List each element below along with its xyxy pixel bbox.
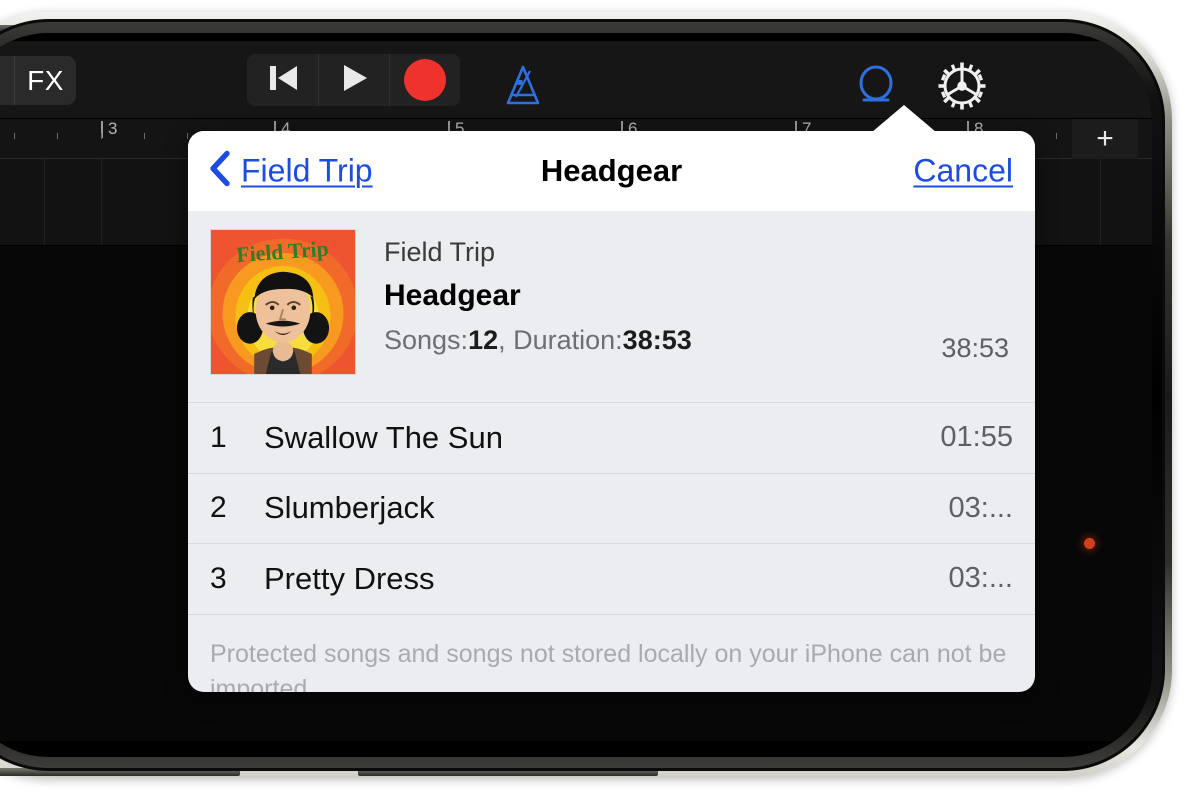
album-duration-value: 38:53 xyxy=(622,324,692,355)
album-info-section: Field Trip Field Trip Headgear Songs:12,… xyxy=(188,211,1035,402)
popover-arrow xyxy=(872,105,936,132)
grid-line xyxy=(44,159,45,245)
recording-indicator-dot xyxy=(1084,538,1095,549)
play-button[interactable] xyxy=(318,54,389,106)
popover-content: Field Trip Headgear Cancel Field Trip Fi… xyxy=(188,131,1035,692)
song-row[interactable]: 3 Pretty Dress 03:... xyxy=(188,543,1035,614)
song-title: Slumberjack xyxy=(264,490,435,526)
play-icon xyxy=(338,62,370,99)
fx-label: FX xyxy=(27,64,64,96)
fx-button[interactable]: FX xyxy=(14,56,76,105)
song-number: 2 xyxy=(210,491,227,525)
rewind-button[interactable] xyxy=(247,54,318,106)
song-number: 3 xyxy=(210,561,227,595)
rewind-icon xyxy=(266,63,300,98)
song-row[interactable]: 1 Swallow The Sun 01:55 xyxy=(188,402,1035,473)
add-track-button[interactable]: + xyxy=(1072,119,1138,159)
album-artwork: Field Trip xyxy=(210,229,356,375)
ruler-tick xyxy=(144,133,145,139)
ruler-tick xyxy=(14,133,15,139)
album-total-duration: 38:53 xyxy=(941,333,1009,363)
ruler-bar-label: 3 xyxy=(108,119,118,138)
plus-icon: + xyxy=(1096,122,1114,155)
song-row[interactable]: 2 Slumberjack 03:... xyxy=(188,472,1035,544)
record-button[interactable] xyxy=(389,54,460,106)
songs-count: 12 xyxy=(468,324,499,355)
metronome-icon xyxy=(500,65,546,113)
ruler-tick xyxy=(57,133,58,139)
toolbar-left-group: FX xyxy=(0,56,76,105)
cancel-button[interactable]: Cancel xyxy=(913,153,1013,190)
song-duration: 01:55 xyxy=(940,421,1013,454)
duration-label: , Duration: xyxy=(498,324,623,355)
transport-controls xyxy=(247,54,460,106)
grid-line xyxy=(1100,159,1101,245)
grid-line xyxy=(101,159,102,245)
ruler-tick xyxy=(101,133,102,139)
song-list: 1 Swallow The Sun 01:55 2 Slumberjack 03… xyxy=(188,402,1035,614)
screenshot-stage: FX 3 4 5 6 7 8 + Field Trip Headgear Can… xyxy=(0,0,1200,800)
song-title: Pretty Dress xyxy=(264,560,435,596)
album-artist: Field Trip xyxy=(384,237,496,267)
import-song-popover: Field Trip Headgear Cancel Field Trip Fi… xyxy=(188,105,1035,692)
song-title: Swallow The Sun xyxy=(264,419,503,455)
settings-button[interactable] xyxy=(935,59,989,118)
song-duration: 03:... xyxy=(948,562,1014,595)
ruler-tick xyxy=(1056,133,1057,139)
songs-label: Songs: xyxy=(384,324,469,355)
album-title: Headgear xyxy=(384,279,521,313)
album-metadata: Field Trip Headgear Songs:12, Duration:3… xyxy=(384,229,692,375)
song-number: 1 xyxy=(210,420,227,454)
popover-title: Headgear xyxy=(540,153,683,188)
record-icon xyxy=(404,59,446,101)
gear-icon xyxy=(935,62,989,117)
popover-header: Field Trip Headgear Cancel xyxy=(188,131,1035,211)
mixer-button[interactable] xyxy=(0,56,14,105)
song-duration: 03:... xyxy=(948,491,1014,524)
app-toolbar: FX xyxy=(0,41,1152,119)
metronome-button[interactable] xyxy=(500,63,546,114)
popover-footer: Protected songs and songs not stored loc… xyxy=(188,613,1035,693)
footer-note: Protected songs and songs not stored loc… xyxy=(210,639,1007,693)
album-stats: Songs:12, Duration:38:53 xyxy=(384,320,692,361)
